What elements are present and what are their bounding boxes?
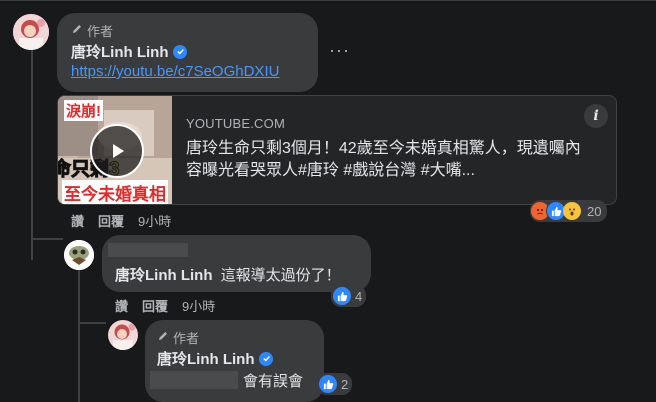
thread-line-reply	[78, 270, 80, 402]
author-badge-label: 作者	[173, 331, 200, 346]
thread-line	[31, 50, 33, 260]
author-name[interactable]: 唐玲Linh Linh	[157, 348, 274, 369]
reaction-count: 2	[341, 376, 349, 392]
redacted-name	[108, 243, 188, 257]
author-name[interactable]: 唐玲Linh Linh	[71, 41, 188, 62]
author-badge: 作者	[157, 328, 199, 347]
reply-action[interactable]: 回覆	[142, 296, 168, 315]
pencil-icon	[71, 23, 83, 38]
comment-actions: 讚 回覆 9小時	[71, 211, 171, 230]
author-badge-label: 作者	[87, 24, 114, 39]
reply-text: 唐玲Linh Linh 這報導太過份了！	[115, 264, 341, 285]
reaction-summary[interactable]: 20	[530, 200, 608, 222]
pencil-icon	[157, 330, 169, 345]
author-badge: 作者	[71, 21, 113, 40]
thread-line-reply-branch	[78, 322, 106, 324]
reply-author[interactable]: 唐玲Linh Linh	[115, 267, 212, 284]
card-source: YOUTUBE.COM	[186, 116, 285, 131]
reaction-count: 4	[355, 288, 363, 304]
like-icon	[318, 374, 338, 394]
author-name-text[interactable]: 唐玲Linh Linh	[71, 41, 168, 62]
reaction-summary[interactable]: 2	[317, 373, 353, 395]
card-title[interactable]: 唐玲生命只剩3個月！42歲至今未婚真相驚人，現遺囑內容曝光看哭眾人#唐玲 #戲說…	[186, 138, 596, 182]
reply-action[interactable]: 回覆	[98, 211, 124, 230]
nested-reply-text: 會有誤會	[243, 373, 304, 390]
like-icon	[332, 286, 352, 306]
author-avatar[interactable]	[13, 14, 49, 50]
like-action[interactable]: 讚	[71, 211, 84, 230]
verified-icon	[259, 351, 274, 366]
wow-icon	[563, 202, 581, 220]
link-preview-card[interactable]: 淚崩! 命只剩3 至今未婚真相 YOUTUBE.COM 唐玲生命只剩3個月！42…	[57, 95, 617, 205]
timestamp[interactable]: 9小時	[182, 296, 215, 315]
reaction-count: 20	[587, 203, 602, 219]
reaction-summary[interactable]: 4	[331, 285, 367, 307]
reply-body: 這報導太過份了！	[220, 267, 341, 284]
verified-icon	[173, 44, 188, 59]
play-button-icon[interactable]	[90, 124, 144, 178]
commenter-avatar[interactable]	[64, 240, 94, 270]
video-thumbnail[interactable]: 淚崩! 命只剩3 至今未婚真相	[58, 96, 172, 204]
author-name-text[interactable]: 唐玲Linh Linh	[157, 348, 254, 369]
top-divider	[0, 0, 656, 1]
thumb-caption-bottom: 至今未婚真相	[62, 180, 168, 204]
timestamp[interactable]: 9小時	[138, 211, 171, 230]
like-action[interactable]: 讚	[115, 296, 128, 315]
info-icon[interactable]: i	[584, 104, 608, 128]
youtube-link[interactable]: https://youtu.be/c7SeOGhDXIU	[71, 63, 279, 80]
redacted-text	[150, 371, 238, 389]
author-avatar[interactable]	[108, 320, 138, 350]
reply-actions: 讚 回覆 9小時	[115, 296, 215, 315]
thumb-caption-top: 淚崩!	[64, 100, 103, 121]
more-options-icon[interactable]: ···	[329, 40, 350, 61]
thread-line-branch	[31, 238, 63, 240]
